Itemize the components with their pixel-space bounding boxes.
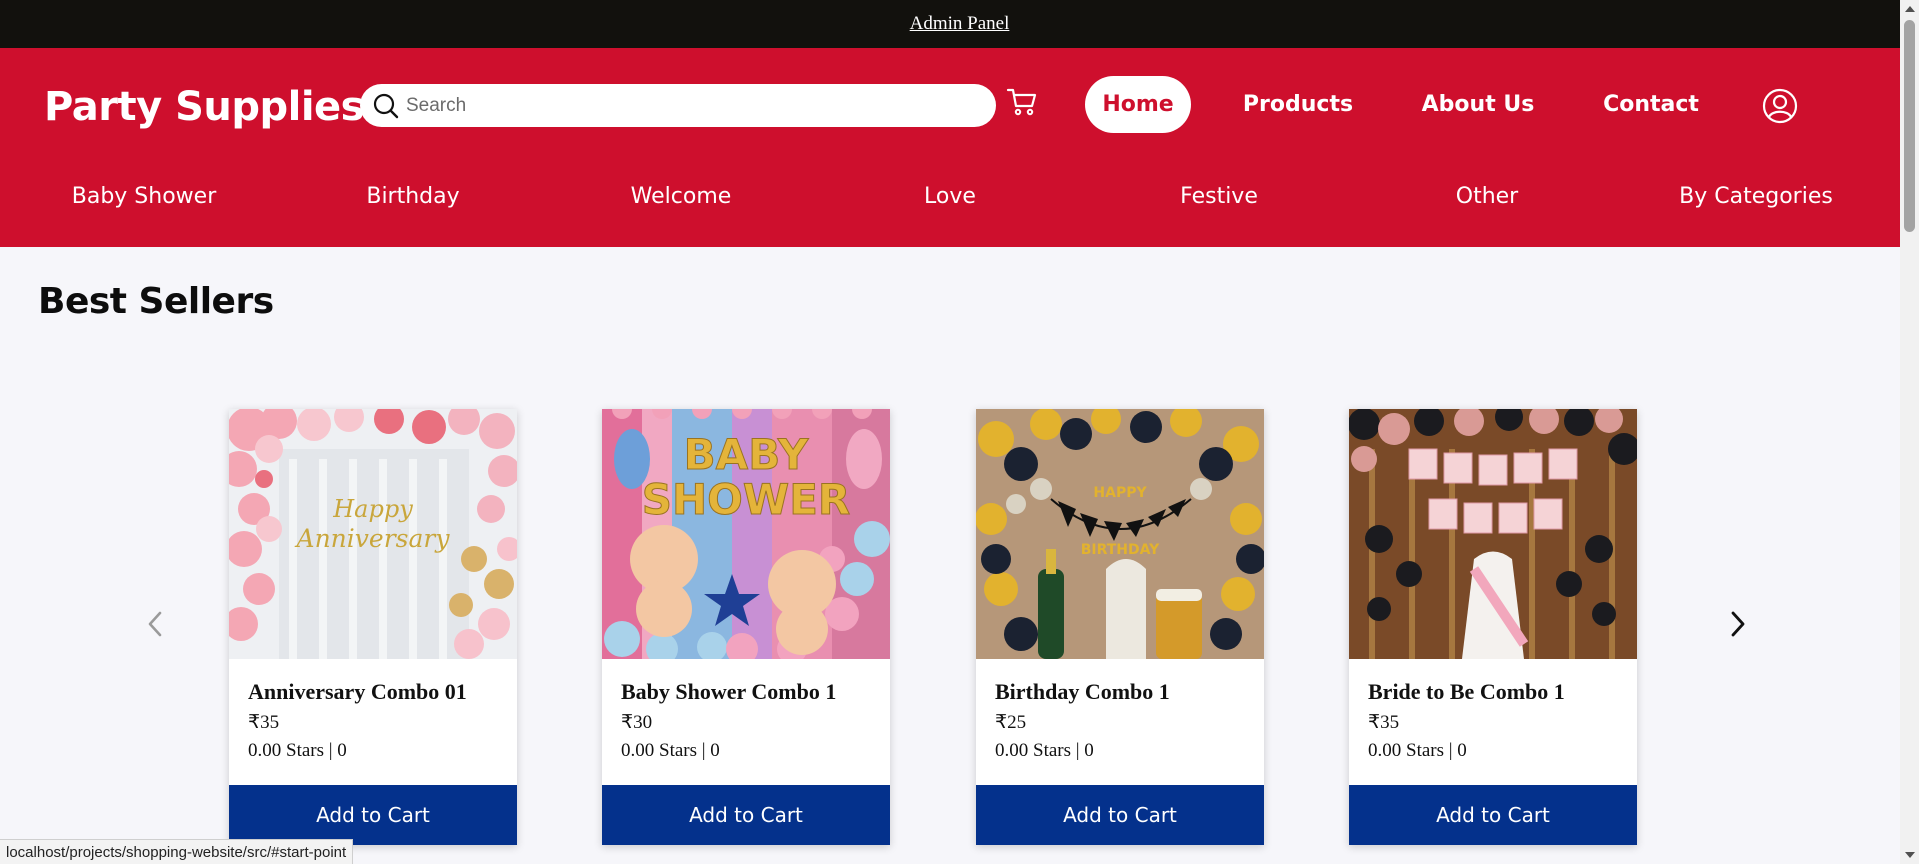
product-name[interactable]: Birthday Combo 1 (995, 679, 1245, 705)
add-to-cart-button[interactable]: Add to Cart (1349, 785, 1637, 845)
category-birthday[interactable]: Birthday (366, 184, 459, 209)
product-rating: 0.00 Stars | 0 (621, 740, 720, 761)
nav-contact[interactable]: Contact (1588, 76, 1714, 133)
carousel-next-icon[interactable] (1722, 609, 1752, 639)
site-header: Party Supplies Home Products About Us Co… (0, 48, 1919, 247)
product-info: Birthday Combo 1 ₹25 0.00 Stars | 0 (976, 659, 1264, 785)
user-account-icon[interactable] (1762, 88, 1798, 124)
product-rating: 0.00 Stars | 0 (248, 740, 347, 761)
add-to-cart-button[interactable]: Add to Cart (976, 785, 1264, 845)
product-image-baby-shower[interactable]: BABY SHOWER (602, 409, 890, 659)
nav-about-us[interactable]: About Us (1404, 76, 1552, 133)
browser-status-bar: localhost/projects/shopping-website/src/… (0, 839, 354, 864)
scroll-down-icon[interactable] (1905, 852, 1915, 858)
product-card[interactable]: BABY SHOWER Baby Shower Combo 1 ₹30 0.00… (602, 409, 890, 845)
carousel-prev-icon[interactable] (141, 609, 171, 639)
category-baby-shower[interactable]: Baby Shower (72, 184, 217, 209)
category-love[interactable]: Love (924, 184, 976, 209)
scroll-up-icon[interactable] (1905, 6, 1915, 12)
scrollbar-thumb[interactable] (1904, 20, 1915, 232)
product-name[interactable]: Baby Shower Combo 1 (621, 679, 871, 705)
nav-home[interactable]: Home (1085, 76, 1191, 133)
svg-text:HAPPY: HAPPY (1093, 485, 1147, 501)
category-by-categories[interactable]: By Categories (1679, 184, 1833, 209)
svg-text:Happy: Happy (332, 495, 413, 523)
svg-text:SHOWER: SHOWER (642, 475, 850, 524)
product-info: Anniversary Combo 01 ₹35 0.00 Stars | 0 (229, 659, 517, 785)
product-card[interactable]: HAPPY BIRTHDAY Birthday Combo 1 ₹25 0.00… (976, 409, 1264, 845)
category-welcome[interactable]: Welcome (631, 184, 732, 209)
product-name[interactable]: Bride to Be Combo 1 (1368, 679, 1618, 705)
main-content: Best Sellers Happy Anniversary Anniversa… (0, 247, 1919, 864)
product-rating: 0.00 Stars | 0 (995, 740, 1094, 761)
product-info: Bride to Be Combo 1 ₹35 0.00 Stars | 0 (1349, 659, 1637, 785)
product-price: ₹30 (621, 712, 653, 733)
admin-panel-link[interactable]: Admin Panel (910, 13, 1010, 35)
product-name[interactable]: Anniversary Combo 01 (248, 679, 498, 705)
category-other[interactable]: Other (1456, 184, 1518, 209)
page-scrollbar[interactable] (1900, 0, 1919, 864)
svg-text:Anniversary: Anniversary (295, 524, 451, 553)
product-image-birthday[interactable]: HAPPY BIRTHDAY (976, 409, 1264, 659)
category-bar: Baby Shower Birthday Welcome Love Festiv… (0, 184, 1900, 226)
product-price: ₹35 (1368, 712, 1400, 733)
svg-text:BABY: BABY (684, 430, 809, 479)
svg-text:BIRTHDAY: BIRTHDAY (1081, 542, 1160, 558)
add-to-cart-button[interactable]: Add to Cart (602, 785, 890, 845)
product-price: ₹35 (248, 712, 280, 733)
product-info: Baby Shower Combo 1 ₹30 0.00 Stars | 0 (602, 659, 890, 785)
product-card[interactable]: Bride to Be Combo 1 ₹35 0.00 Stars | 0 A… (1349, 409, 1637, 845)
main-nav: Home Products About Us Contact (0, 76, 1919, 133)
add-to-cart-button[interactable]: Add to Cart (229, 785, 517, 845)
best-sellers-heading: Best Sellers (38, 281, 274, 322)
product-image-bride-to-be[interactable] (1349, 409, 1637, 659)
nav-products[interactable]: Products (1230, 76, 1366, 133)
product-card[interactable]: Happy Anniversary Anniversary Combo 01 ₹… (229, 409, 517, 845)
admin-bar: Admin Panel (0, 0, 1919, 48)
product-price: ₹25 (995, 712, 1027, 733)
category-festive[interactable]: Festive (1180, 184, 1258, 209)
product-image-anniversary[interactable]: Happy Anniversary (229, 409, 517, 659)
product-rating: 0.00 Stars | 0 (1368, 740, 1467, 761)
